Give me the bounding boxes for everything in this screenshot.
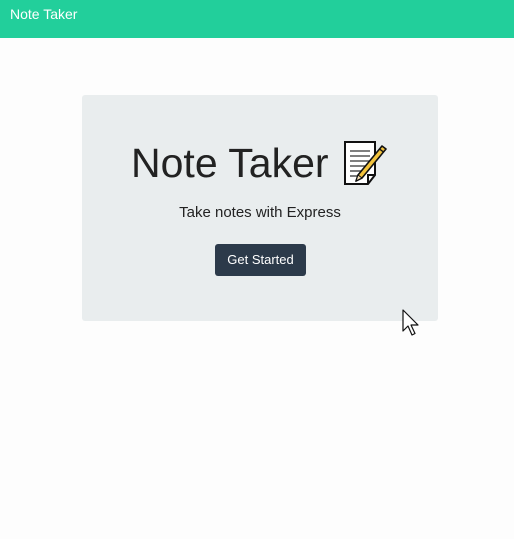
hero-title-row: Note Taker [82, 139, 438, 187]
memo-icon [341, 139, 389, 187]
page-title: Note Taker [131, 140, 329, 186]
hero-jumbotron: Note Taker Take notes with Express Get S… [82, 95, 438, 321]
hero-subtitle: Take notes with Express [179, 204, 341, 221]
mouse-pointer-icon [401, 309, 421, 337]
get-started-button[interactable]: Get Started [215, 244, 306, 276]
navbar: Note Taker [0, 0, 514, 38]
navbar-brand-link[interactable]: Note Taker [10, 0, 77, 28]
